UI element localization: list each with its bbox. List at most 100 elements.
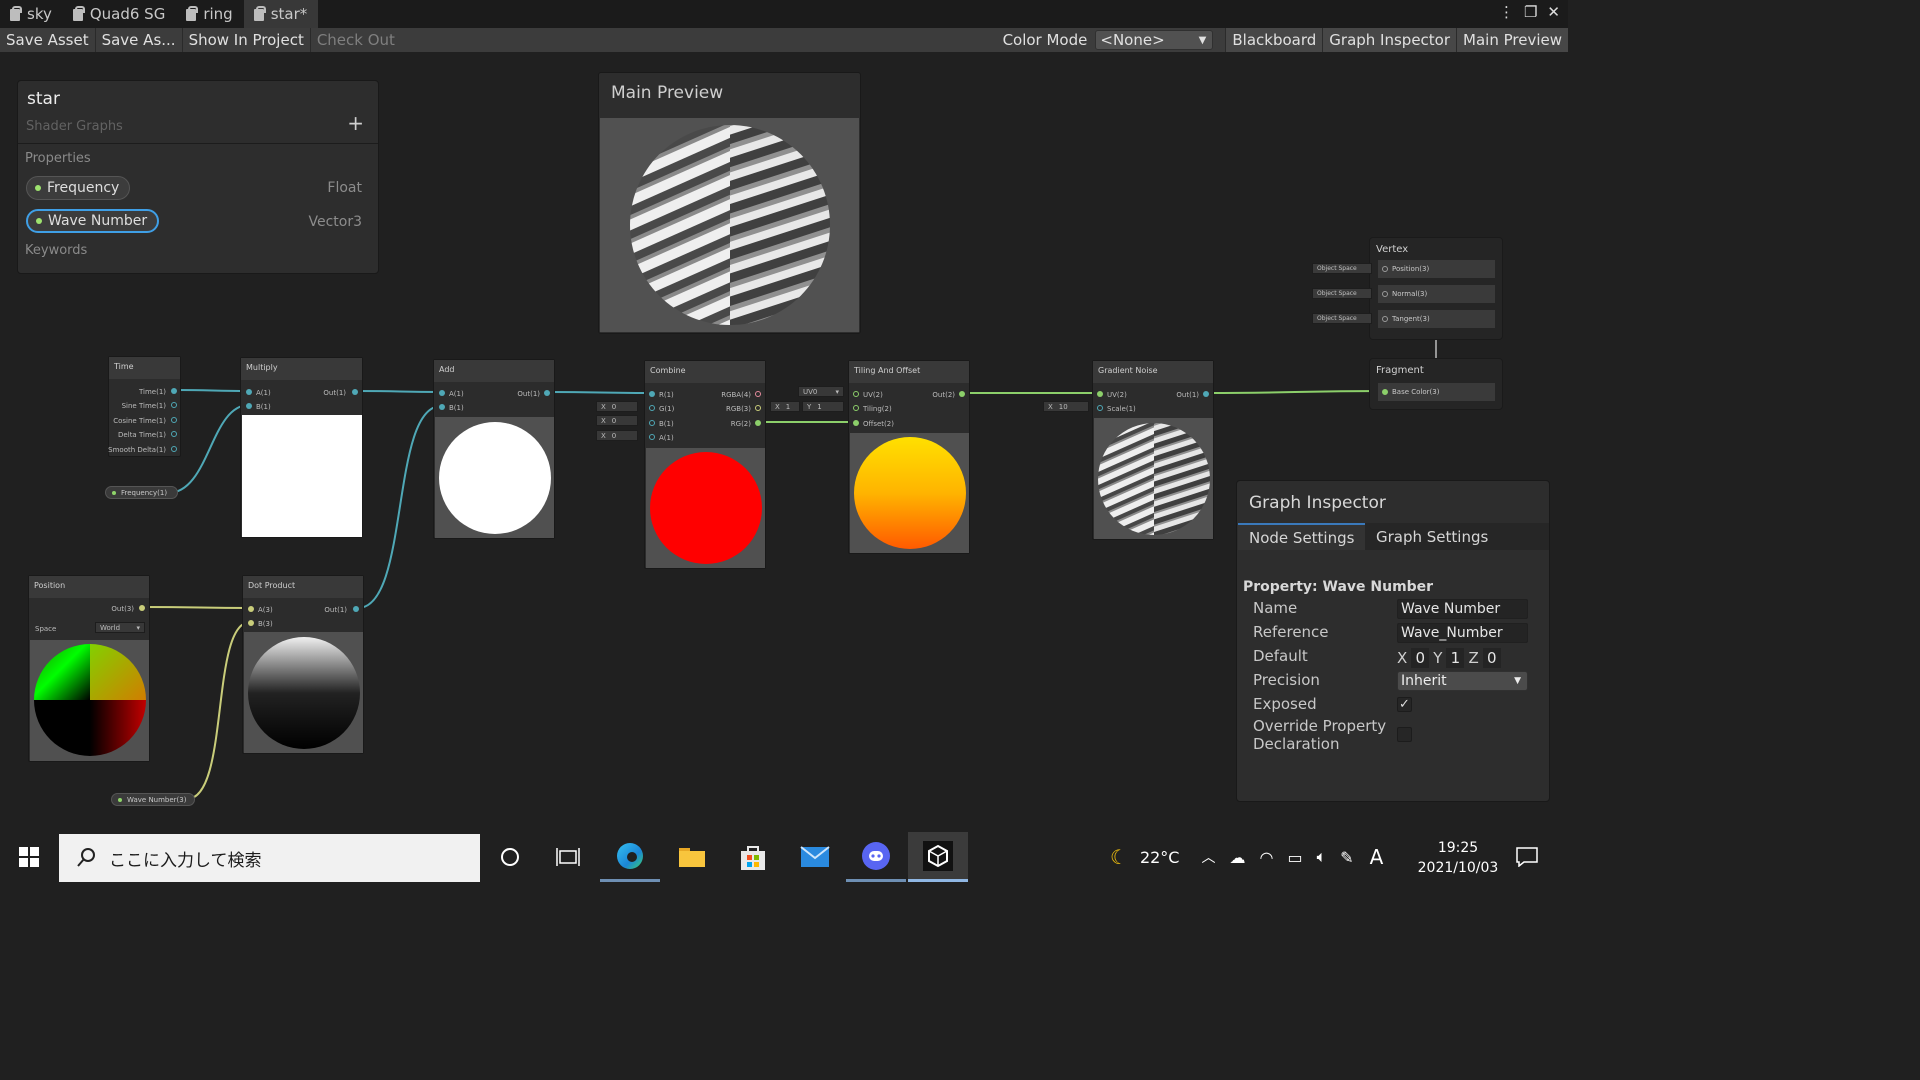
tiling-x-field[interactable]: X1 [770, 401, 800, 412]
uv-channel-dropdown[interactable]: UV0 ▾ [798, 386, 844, 397]
unity-button[interactable] [908, 832, 968, 882]
moon-weather-icon[interactable]: ☾ [1110, 845, 1128, 869]
pen-icon[interactable]: ✎ [1340, 848, 1353, 867]
chevron-up-icon[interactable]: ︿ [1201, 847, 1215, 867]
property-frequency[interactable]: Frequency [26, 176, 131, 200]
save-as-button[interactable]: Save As... [96, 28, 183, 52]
input-port[interactable] [649, 420, 655, 426]
tab-graph-settings[interactable]: Graph Settings [1365, 523, 1499, 550]
output-port[interactable] [171, 388, 177, 394]
close-icon[interactable]: ✕ [1547, 3, 1560, 21]
input-port[interactable] [1097, 405, 1103, 411]
tab-ring[interactable]: ring [176, 0, 243, 28]
noise-scale-field[interactable]: X 10 [1043, 401, 1089, 412]
start-button[interactable] [0, 832, 58, 882]
output-port[interactable] [755, 420, 761, 426]
graph-canvas[interactable]: star Shader Graphs + Properties Frequenc… [0, 52, 1568, 832]
vertex-position-slot[interactable]: Position(3) [1378, 260, 1495, 278]
output-port[interactable] [352, 389, 358, 395]
mail-button[interactable] [785, 832, 845, 882]
input-port[interactable] [246, 389, 252, 395]
input-port[interactable] [649, 405, 655, 411]
main-preview-render[interactable] [600, 118, 859, 332]
input-port[interactable] [1382, 389, 1388, 395]
input-port[interactable] [1382, 291, 1388, 297]
output-port[interactable] [139, 605, 145, 611]
add-node[interactable]: Add A(1) B(1) Out(1) [433, 359, 555, 539]
name-field[interactable]: Wave Number [1397, 599, 1528, 619]
wifi-icon[interactable]: ◠ [1259, 848, 1273, 867]
cortana-button[interactable] [480, 832, 540, 882]
frequency-property-node[interactable]: Frequency(1) [105, 486, 178, 499]
multiply-node[interactable]: Multiply A(1) B(1) Out(1) [240, 357, 363, 538]
input-port[interactable] [246, 403, 252, 409]
time-node[interactable]: Time Time(1) Sine Time(1) Cosine Time(1)… [108, 356, 181, 457]
precision-dropdown[interactable]: Inherit ▼ [1397, 671, 1528, 691]
output-port[interactable] [959, 391, 965, 397]
fragment-base-color-slot[interactable]: Base Color(3) [1378, 383, 1495, 401]
output-port[interactable] [171, 402, 177, 408]
color-mode-dropdown[interactable]: <None> ▼ [1095, 30, 1214, 50]
tab-star[interactable]: star* [243, 0, 319, 28]
combine-g-field[interactable]: X0 [596, 401, 638, 412]
input-port[interactable] [1382, 266, 1388, 272]
task-view-button[interactable] [538, 832, 598, 882]
input-port[interactable] [439, 404, 445, 410]
normal-space-field[interactable]: Object Space [1312, 288, 1372, 299]
output-port[interactable] [755, 391, 761, 397]
output-port[interactable] [544, 390, 550, 396]
volume-icon[interactable]: 🔈︎ [1317, 847, 1327, 867]
combine-a-field[interactable]: X0 [596, 430, 638, 441]
input-port[interactable] [649, 434, 655, 440]
dot-product-node[interactable]: Dot Product A(3) B(3) Out(1) [242, 575, 364, 754]
graph-inspector-toggle[interactable]: Graph Inspector [1322, 28, 1457, 52]
input-port[interactable] [853, 420, 859, 426]
input-port[interactable] [649, 391, 655, 397]
battery-icon[interactable]: ▭ [1287, 848, 1302, 867]
discord-button[interactable] [846, 832, 906, 882]
input-port[interactable] [1382, 316, 1388, 322]
temperature-text[interactable]: 22°C [1140, 848, 1180, 867]
blackboard-toggle[interactable]: Blackboard [1225, 28, 1323, 52]
space-dropdown[interactable]: World ▾ [95, 622, 145, 633]
input-port[interactable] [853, 391, 859, 397]
default-z-input[interactable]: 0 [1482, 648, 1501, 668]
taskbar-clock[interactable]: 19:25 2021/10/03 [1412, 838, 1504, 878]
vertex-normal-slot[interactable]: Normal(3) [1378, 285, 1495, 303]
tangent-space-field[interactable]: Object Space [1312, 313, 1372, 324]
default-x-input[interactable]: 0 [1411, 648, 1430, 668]
file-explorer-button[interactable] [662, 832, 722, 882]
cloud-icon[interactable]: ☁ [1229, 848, 1245, 867]
vertex-context[interactable]: Vertex Position(3) Normal(3) Tangent(3) [1369, 237, 1503, 340]
exposed-checkbox[interactable]: ✓ [1397, 697, 1412, 712]
output-port[interactable] [353, 606, 359, 612]
tab-quad6-sg[interactable]: Quad6 SG [63, 0, 176, 28]
tab-sky[interactable]: sky [0, 0, 63, 28]
tab-node-settings[interactable]: Node Settings [1238, 523, 1366, 550]
more-options-icon[interactable]: ⋮ [1499, 3, 1514, 21]
main-preview-toggle[interactable]: Main Preview [1456, 28, 1568, 52]
default-y-input[interactable]: 1 [1446, 648, 1465, 668]
output-port[interactable] [171, 431, 177, 437]
show-in-project-button[interactable]: Show In Project [183, 28, 311, 52]
input-port[interactable] [248, 606, 254, 612]
output-port[interactable] [171, 417, 177, 423]
wave-number-property-node[interactable]: Wave Number(3) [111, 793, 195, 806]
override-checkbox[interactable] [1397, 727, 1412, 742]
taskbar-search-box[interactable]: ここに入力して検索 [59, 834, 480, 882]
main-preview-panel[interactable]: Main Preview [598, 72, 861, 334]
check-out-button[interactable]: Check Out [311, 28, 401, 52]
property-wave-number[interactable]: Wave Number [26, 209, 160, 233]
input-port[interactable] [248, 620, 254, 626]
maximize-icon[interactable]: ❐ [1524, 3, 1537, 21]
combine-node[interactable]: Combine R(1) G(1) B(1) A(1) RGBA(4) RGB(… [644, 360, 766, 569]
tiling-y-field[interactable]: Y1 [802, 401, 844, 412]
ime-mode-indicator[interactable]: A [1370, 845, 1384, 869]
position-node[interactable]: Position Out(3) Space World ▾ [28, 575, 150, 762]
position-space-field[interactable]: Object Space [1312, 263, 1372, 274]
output-port[interactable] [755, 405, 761, 411]
input-port[interactable] [439, 390, 445, 396]
combine-b-field[interactable]: X0 [596, 415, 638, 426]
edge-browser-button[interactable] [600, 832, 660, 882]
input-port[interactable] [1097, 391, 1103, 397]
